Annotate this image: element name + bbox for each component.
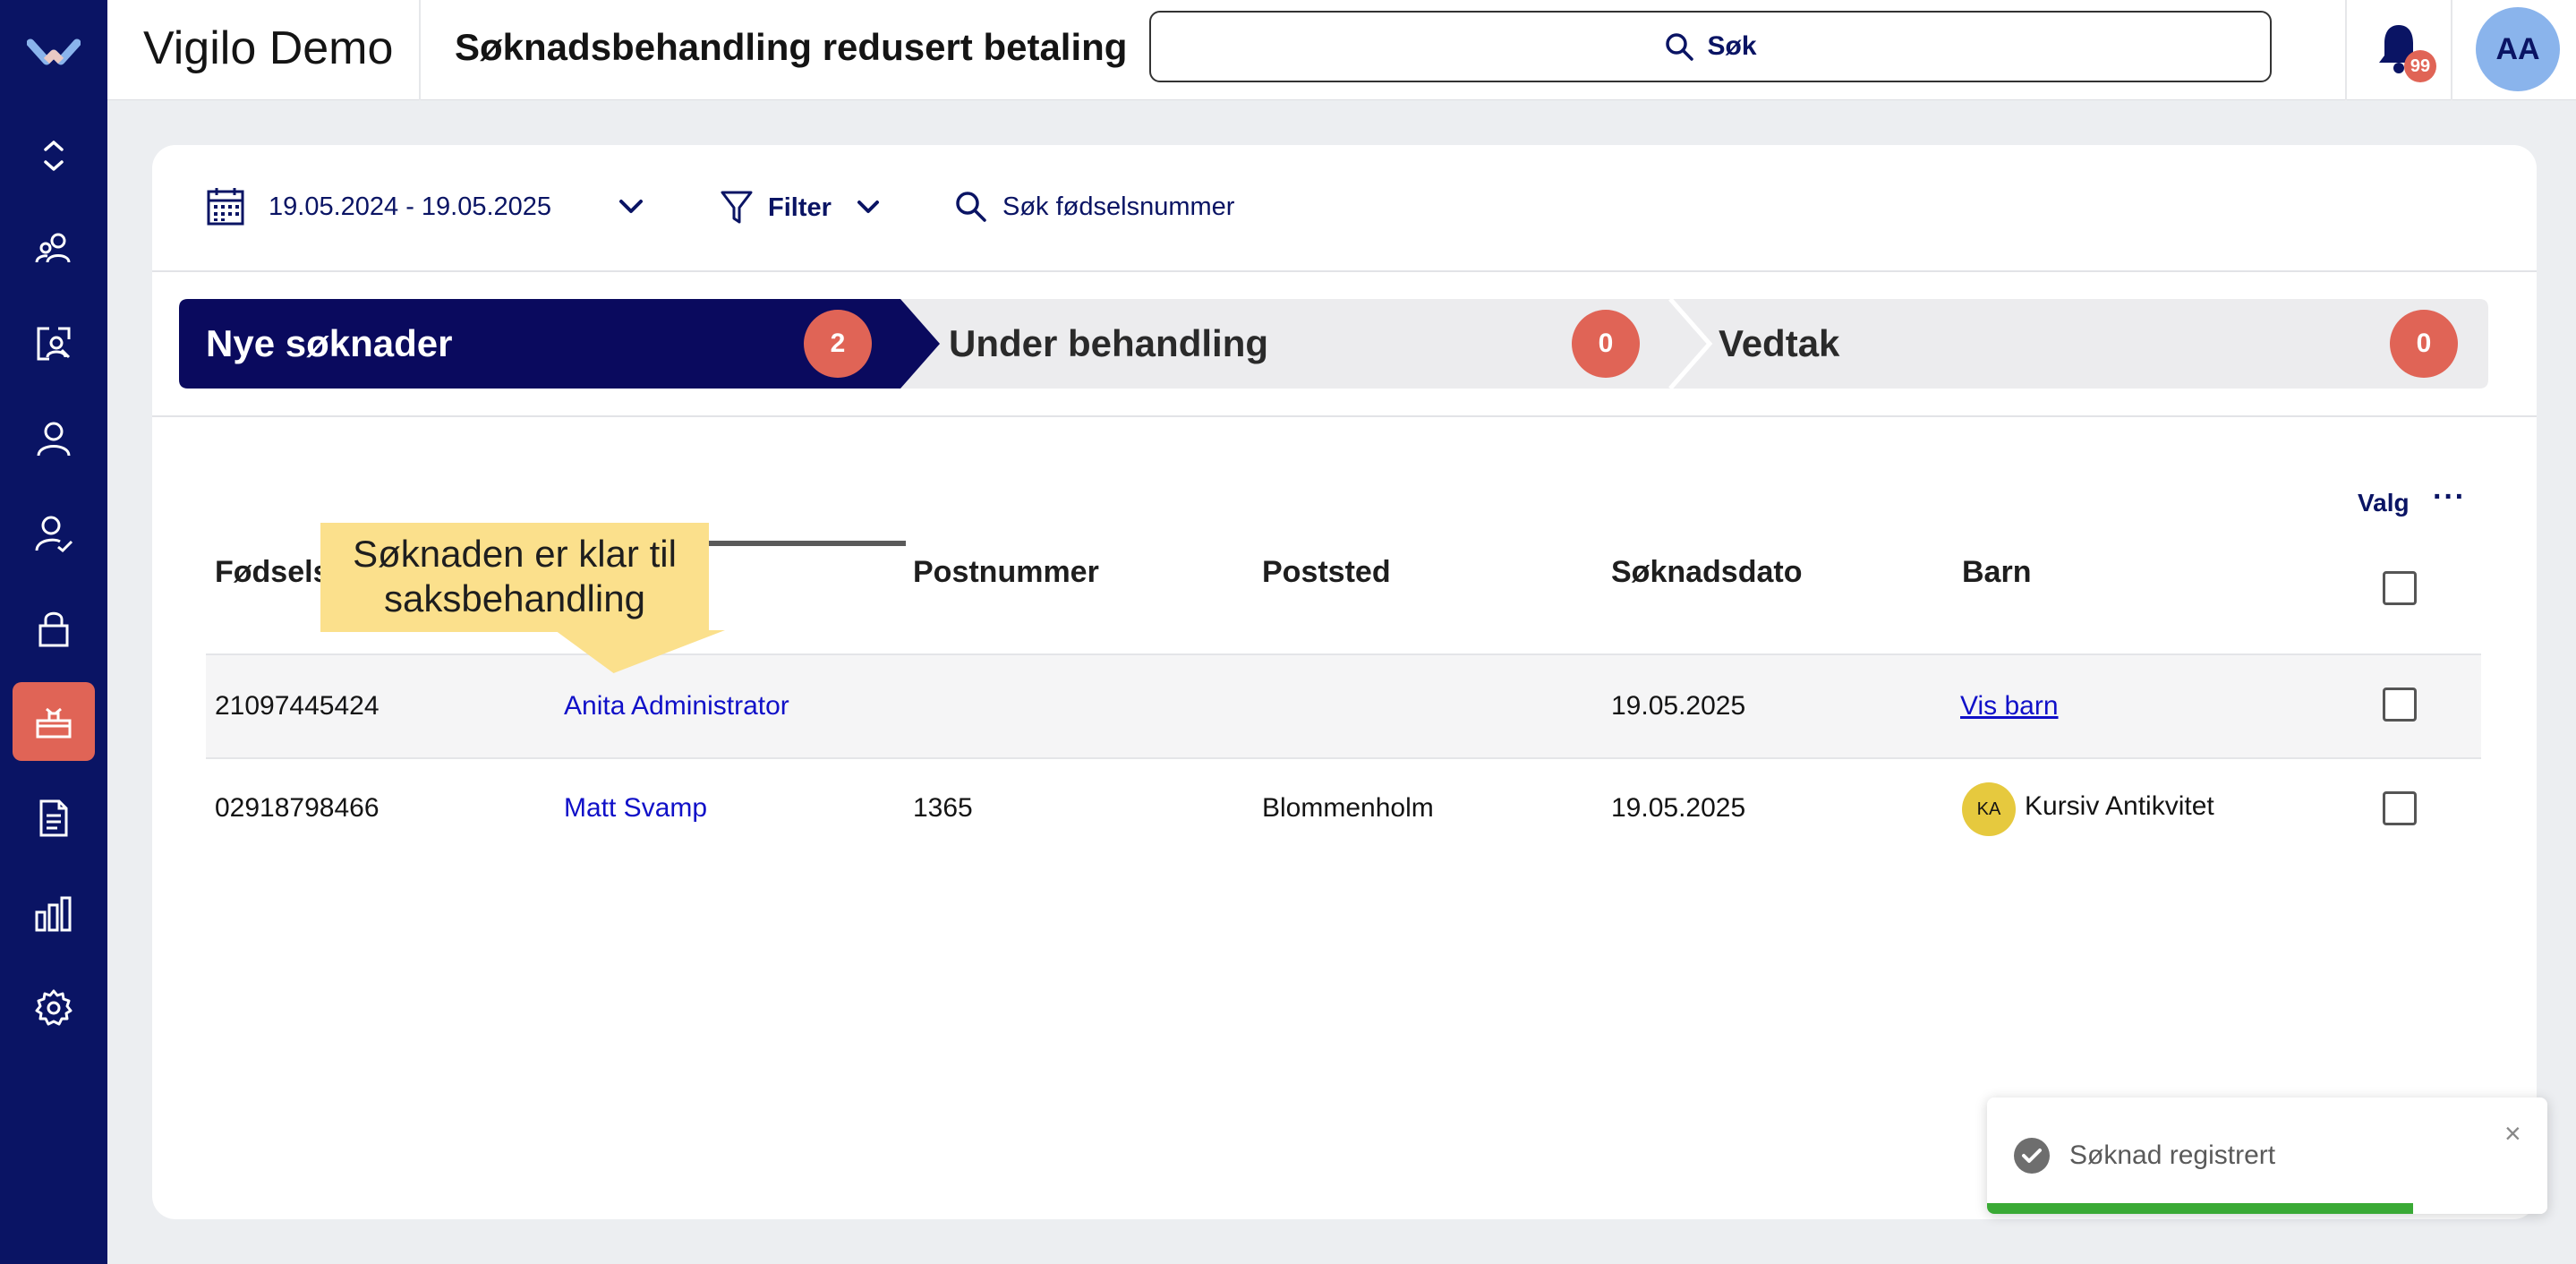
step-count-badge: 2 [804,310,872,378]
ssn-search-placeholder: Søk fødselsnummer [1002,192,1235,221]
column-header-postnummer[interactable]: Postnummer [913,555,1099,590]
header-divider [2451,0,2452,100]
child-name: Kursiv Antikvitet [2025,791,2214,821]
step-label: Nye søknader [206,322,453,364]
filter-icon [721,191,753,224]
chevron-down-icon [619,200,644,213]
cell-date: 19.05.2025 [1611,793,1746,823]
cell-date: 19.05.2025 [1611,691,1746,721]
more-options-icon[interactable]: ··· [2433,480,2466,515]
users-group-icon [35,233,71,263]
toast-message: Søknad registrert [2069,1140,2276,1170]
sidebar-item-settings[interactable] [13,969,95,1047]
callout-pointer [555,630,748,673]
user-avatar[interactable]: AA [2476,7,2560,91]
sidebar [0,0,107,1264]
success-toast: Søknad registrert × [1987,1097,2547,1214]
header-divider [419,0,421,100]
top-header: Vigilo Demo Søknadsbehandling redusert b… [107,0,2576,100]
select-all-checkbox[interactable] [2383,571,2417,605]
cell-poststed: Blommenholm [1262,793,1434,823]
table-row [206,655,2481,757]
row-checkbox[interactable] [2383,791,2417,825]
filter-label: Filter [768,192,832,222]
column-header-fodselsnummer[interactable]: Fødsels [215,555,329,590]
close-icon[interactable]: × [2504,1117,2521,1150]
toast-progress-bar [1987,1203,2413,1214]
notification-badge: 99 [2404,50,2436,82]
bar-chart-icon [35,896,72,932]
applications-card: 19.05.2024 - 19.05.2025 Filter Søk fødse… [152,145,2537,1219]
sidebar-item-groups[interactable] [13,209,95,288]
applicant-name-link[interactable]: Anita Administrator [564,691,789,722]
page-title: Søknadsbehandling redusert betaling [455,26,1128,68]
step-label: Vedtak [1719,322,1840,364]
step-nye-soknader[interactable]: Nye søknader 2 [179,299,940,389]
cell-ssn: 21097445424 [215,691,380,721]
vis-barn-link[interactable]: Vis barn [1960,691,2059,722]
person-icon [37,422,71,457]
step-count-badge: 0 [2390,310,2458,378]
chevron-down-icon [857,201,879,213]
sidebar-item-person[interactable] [13,399,95,478]
sidebar-item-payment[interactable] [13,682,95,761]
sidebar-item-user-search[interactable] [13,304,95,383]
valg-button[interactable]: Valg [2358,489,2410,517]
sidebar-item-person-check[interactable] [13,494,95,573]
date-range-value: 19.05.2024 - 19.05.2025 [269,192,552,221]
guide-callout: Søknaden er klar til saksbehandling [320,523,709,632]
document-icon [39,799,68,837]
status-stepper: Nye søknader 2 Under behandling 0 Vedtak… [179,299,2488,389]
user-search-icon [37,327,71,361]
check-circle-icon [2014,1138,2050,1174]
search-icon [1666,33,1694,61]
vigilo-logo [27,38,81,65]
callout-line-2: saksbehandling [384,577,645,619]
toolbar-divider [152,270,2537,272]
sidebar-item-reports[interactable] [13,874,95,952]
step-label: Under behandling [949,322,1268,364]
expand-collapse-icon [44,141,64,171]
filter-dropdown[interactable]: Filter [720,190,880,226]
gear-icon [35,989,73,1026]
cell-postnummer: 1365 [913,793,973,823]
sidebar-item-lock[interactable] [13,589,95,668]
search-icon [956,192,986,222]
column-header-barn[interactable]: Barn [1962,555,2031,590]
column-header-soknadsdato[interactable]: Søknadsdato [1611,555,1802,590]
column-header-poststed[interactable]: Poststed [1262,555,1391,590]
step-vedtak[interactable]: Vedtak 0 [1710,299,2488,389]
ssn-search[interactable]: Søk fødselsnummer [954,190,1234,224]
callout-line-1: Søknaden er klar til [353,533,677,575]
cell-ssn: 02918798466 [215,793,380,823]
callout-underline [709,541,906,546]
child-avatar: KA [1962,782,2016,836]
sidebar-item-documents[interactable] [13,779,95,858]
sidebar-item-expand[interactable] [13,116,95,195]
stepper-divider [152,415,2537,417]
person-check-icon [35,516,73,553]
row-checkbox[interactable] [2383,688,2417,722]
global-search-label: Søk [1707,31,1757,61]
app-title: Vigilo Demo [143,22,394,74]
header-divider [2345,0,2347,100]
global-search-button[interactable]: Søk [1149,11,2272,82]
step-under-behandling[interactable]: Under behandling 0 [940,299,1670,389]
calendar-icon [207,188,244,226]
applicant-name-link[interactable]: Matt Svamp [564,793,707,824]
step-count-badge: 0 [1572,310,1640,378]
payment-box-icon [36,707,72,739]
date-range-picker[interactable]: 19.05.2024 - 19.05.2025 [206,186,644,227]
lock-icon [38,611,69,647]
